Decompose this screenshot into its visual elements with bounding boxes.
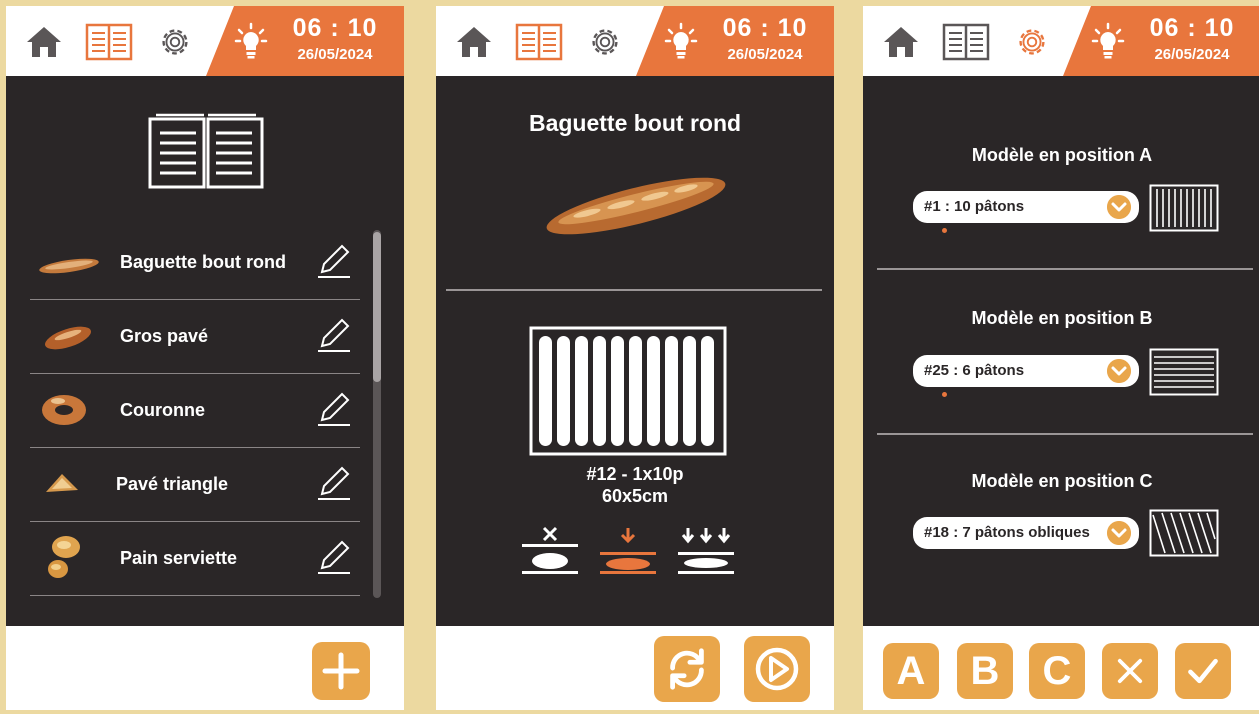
clock-date: 26/05/2024	[297, 46, 373, 63]
recipe-item-couronne[interactable]: Couronne	[30, 374, 360, 448]
couronne-thumbnail	[42, 395, 86, 425]
pave-triangle-thumbnail	[46, 474, 78, 492]
chevron-down-icon	[1107, 359, 1131, 383]
single-press-mode-icon[interactable]	[598, 526, 658, 576]
edit-icon[interactable]	[316, 392, 352, 428]
clock-time: 06 : 10	[1149, 14, 1235, 42]
footer: A B C	[863, 626, 1259, 710]
recipe-detail-screen: 06 : 10 26/05/2024 Baguette bout rond #1…	[436, 6, 834, 710]
page-indicator-dot	[942, 392, 947, 397]
play-icon	[755, 647, 799, 691]
select-value: #1 : 10 pâtons	[924, 198, 1025, 215]
confirm-button[interactable]	[1175, 643, 1231, 699]
home-icon[interactable]	[454, 24, 494, 60]
gear-icon[interactable]	[586, 23, 624, 61]
header: 06 : 10 26/05/2024	[863, 6, 1259, 76]
recipe-title: Baguette bout rond	[528, 110, 742, 136]
multi-press-mode-icon[interactable]	[676, 526, 736, 576]
edit-icon[interactable]	[316, 244, 352, 280]
recipe-label: Baguette bout rond	[120, 252, 286, 272]
recipe-label: Couronne	[120, 400, 205, 420]
position-c-select[interactable]: #18 : 7 pâtons obliques	[913, 517, 1139, 549]
section-divider	[877, 268, 1253, 270]
baguette-thumbnail	[39, 258, 99, 274]
section-divider	[877, 433, 1253, 435]
clock-date: 26/05/2024	[1154, 46, 1230, 63]
home-icon[interactable]	[881, 24, 921, 60]
gros-pave-thumbnail	[45, 326, 91, 350]
plus-icon	[322, 652, 360, 690]
chevron-down-icon	[1107, 195, 1131, 219]
header: 06 : 10 26/05/2024	[436, 6, 834, 76]
footer	[6, 626, 404, 710]
pain-serviette-thumbnail	[48, 536, 80, 578]
position-a-select[interactable]: #1 : 10 pâtons	[913, 191, 1139, 223]
position-b-button[interactable]: B	[957, 643, 1013, 699]
mold-diagram-vertical	[529, 326, 727, 456]
open-book-icon	[148, 113, 264, 189]
recipe-label: Pain serviette	[120, 548, 238, 568]
baguette-image	[546, 177, 726, 235]
check-icon	[1188, 658, 1218, 684]
recipe-item-pave-triangle[interactable]: Pavé triangle	[30, 448, 360, 522]
select-value: #18 : 7 pâtons obliques	[924, 524, 1090, 541]
mold-size: 60x5cm	[601, 486, 669, 506]
gear-icon[interactable]	[156, 23, 194, 61]
add-recipe-button[interactable]	[312, 642, 370, 700]
refresh-button[interactable]	[654, 636, 720, 702]
home-icon[interactable]	[24, 24, 64, 60]
position-b-title: Modèle en position B	[971, 308, 1153, 328]
list-scrollbar-thumb[interactable]	[373, 232, 381, 382]
footer	[436, 626, 834, 710]
recipe-item-baguette[interactable]: Baguette bout rond	[30, 226, 360, 300]
page-indicator-dot	[942, 228, 947, 233]
cancel-icon	[1117, 658, 1143, 684]
clock-time: 06 : 10	[722, 14, 808, 42]
position-c-button[interactable]: C	[1029, 643, 1085, 699]
edit-icon[interactable]	[316, 318, 352, 354]
mold-code: #12 - 1x10p	[586, 464, 684, 484]
position-b-select[interactable]: #25 : 6 pâtons	[913, 355, 1139, 387]
recipes-screen: 06 : 10 26/05/2024 Baguette bout rond Gr…	[6, 6, 404, 710]
mold-diagonal-lines-icon	[1149, 509, 1219, 557]
lightbulb-icon[interactable]	[664, 22, 698, 60]
edit-icon[interactable]	[316, 540, 352, 576]
clock-date: 26/05/2024	[727, 46, 803, 63]
lightbulb-icon[interactable]	[234, 22, 268, 60]
refresh-icon	[670, 648, 704, 690]
gear-icon[interactable]	[1013, 23, 1051, 61]
mold-position-screen: 06 : 10 26/05/2024 Modèle en position A …	[863, 6, 1259, 710]
book-icon[interactable]	[514, 22, 564, 62]
edit-icon[interactable]	[316, 466, 352, 502]
play-button[interactable]	[744, 636, 810, 702]
lightbulb-icon[interactable]	[1091, 22, 1125, 60]
no-press-mode-icon[interactable]	[520, 526, 580, 576]
chevron-down-icon	[1107, 521, 1131, 545]
recipe-label: Pavé triangle	[116, 474, 229, 494]
cancel-button[interactable]	[1102, 643, 1158, 699]
section-divider	[446, 289, 822, 291]
recipe-label: Gros pavé	[120, 326, 209, 346]
recipe-item-pain-serviette[interactable]: Pain serviette	[30, 522, 360, 596]
mold-horizontal-lines-icon	[1149, 348, 1219, 396]
position-a-title: Modèle en position A	[971, 145, 1153, 165]
clock-time: 06 : 10	[292, 14, 378, 42]
header: 06 : 10 26/05/2024	[6, 6, 404, 76]
position-c-title: Modèle en position C	[971, 471, 1153, 491]
select-value: #25 : 6 pâtons	[924, 362, 1025, 379]
recipe-item-gros-pave[interactable]: Gros pavé	[30, 300, 360, 374]
position-a-button[interactable]: A	[883, 643, 939, 699]
book-icon[interactable]	[941, 22, 991, 62]
mold-vertical-lines-icon	[1149, 184, 1219, 232]
book-icon[interactable]	[84, 22, 134, 62]
